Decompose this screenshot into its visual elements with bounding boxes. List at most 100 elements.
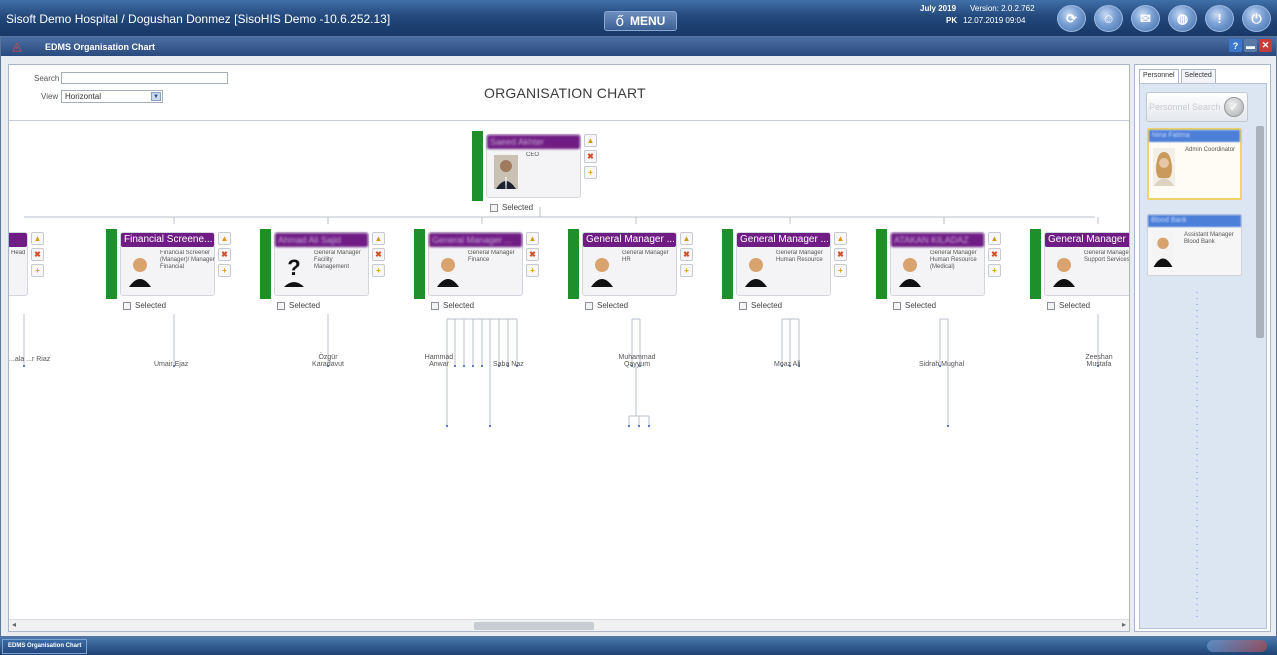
remove-icon[interactable]: ✖ [372, 248, 385, 261]
node-name: Ahmad Ali Sajid [275, 233, 368, 247]
remove-icon[interactable]: ✖ [584, 150, 597, 163]
scroll-right-icon[interactable]: ▸ [1122, 620, 1126, 629]
move-up-icon[interactable]: ▲ [584, 134, 597, 147]
tab-selected[interactable]: Selected [1180, 69, 1216, 83]
close-icon[interactable]: ✕ [1259, 39, 1272, 52]
node-name: ATAKAN KILADAZ [891, 233, 984, 247]
tab-personnel[interactable]: Personnel [1139, 69, 1179, 83]
person-silhouette-icon [744, 253, 768, 287]
alert-icon[interactable]: ! [1205, 5, 1234, 32]
add-icon[interactable]: + [988, 264, 1001, 277]
app-title: Sisoft Demo Hospital / Dogushan Donmez [… [6, 12, 391, 26]
scroll-left-icon[interactable]: ◂ [12, 620, 16, 629]
move-up-icon[interactable]: ▲ [218, 232, 231, 245]
horizontal-scrollbar[interactable]: ◂ ▸ [9, 619, 1129, 631]
sub-person-name: Hammad Anwar [424, 354, 454, 368]
node-card[interactable]: Ahmad Ali Sajid? General Manager Facility… [274, 232, 369, 296]
selected-checkbox[interactable]: Selected [739, 301, 782, 310]
remove-icon[interactable]: ✖ [526, 248, 539, 261]
personnel-search-input[interactable]: Personnel Search ✓ [1146, 92, 1248, 122]
personnel-name: Blood Bank [1148, 215, 1241, 227]
node-role: General Manager HR [622, 250, 669, 263]
move-up-icon[interactable]: ▲ [988, 232, 1001, 245]
unknown-person-icon: ? [282, 253, 306, 287]
vertical-scrollbar[interactable] [1256, 126, 1264, 338]
view-select[interactable]: Horizontal ▼ [61, 90, 163, 103]
org-node-root[interactable]: Saeed Akhter CEO ▲ ✖ + [472, 131, 607, 201]
org-node[interactable]: General Manager ... General Manager HR ▲ ✖ + [568, 229, 703, 299]
move-up-icon[interactable]: ▲ [372, 232, 385, 245]
remove-icon[interactable]: ✖ [834, 248, 847, 261]
org-node[interactable]: General Manager ... General Manager Finan… [414, 229, 549, 299]
node-card[interactable]: General Manager ... General Manager HR [582, 232, 677, 296]
node-card[interactable]: General Manager ... General Manager Human… [736, 232, 831, 296]
node-card[interactable]: General Manager ... General Manager Finan… [428, 232, 523, 296]
node-card[interactable]: Saeed Akhter CEO [486, 134, 581, 198]
taskbar-item[interactable]: EDMS Organisation Chart [2, 639, 88, 654]
selected-checkbox[interactable]: Selected [277, 301, 320, 310]
minimize-icon[interactable]: ▬ [1244, 39, 1257, 52]
add-icon[interactable]: + [31, 264, 44, 277]
add-icon[interactable]: + [526, 264, 539, 277]
brand-logo-icon [1207, 640, 1267, 652]
personnel-card[interactable]: Blood Bank Assistant Manager Blood Bank [1147, 214, 1242, 276]
checkbox[interactable] [431, 301, 439, 310]
selected-checkbox[interactable]: Selected [1047, 301, 1090, 310]
checkbox[interactable] [123, 301, 131, 310]
date-info: July 2019 Version: 2.0.2.762 PK 12.07.20… [920, 4, 1035, 25]
remove-icon[interactable]: ✖ [988, 248, 1001, 261]
selected-checkbox[interactable]: Selected [123, 301, 166, 310]
add-icon[interactable]: + [584, 166, 597, 179]
swirl-icon: ő [615, 12, 624, 30]
org-node[interactable]: General Manager ... General Manager Suppo… [1030, 229, 1129, 299]
remove-icon[interactable]: ✖ [31, 248, 44, 261]
org-node[interactable]: Ahmad Ali Sajid? General Manager Facility… [260, 229, 395, 299]
selected-label: Selected [1059, 301, 1091, 310]
refresh-icon[interactable]: ⟳ [1057, 5, 1086, 32]
checkbox[interactable] [490, 203, 498, 212]
mail-icon[interactable]: ✉ [1131, 5, 1160, 32]
add-icon[interactable]: + [372, 264, 385, 277]
node-card[interactable]: ATAKAN KILADAZ General Manager Human Reso… [890, 232, 985, 296]
user-icon[interactable]: ☺ [1094, 5, 1123, 32]
personnel-card[interactable]: Nina Fatima Admin Coordinator [1147, 128, 1242, 200]
move-up-icon[interactable]: ▲ [526, 232, 539, 245]
org-node[interactable]: ...tholog... ...tor ...ology / Head ▲ ✖ + [9, 229, 54, 299]
check-icon[interactable]: ✓ [1224, 97, 1244, 117]
chevron-down-icon: ▼ [151, 92, 161, 101]
org-node[interactable]: ATAKAN KILADAZ General Manager Human Reso… [876, 229, 1011, 299]
add-icon[interactable]: + [834, 264, 847, 277]
checkbox[interactable] [277, 301, 285, 310]
move-up-icon[interactable]: ▲ [31, 232, 44, 245]
selected-checkbox[interactable]: Selected [585, 301, 628, 310]
person-silhouette-icon [128, 253, 152, 287]
node-card[interactable]: General Manager ... General Manager Suppo… [1044, 232, 1129, 296]
search-input[interactable] [61, 72, 228, 84]
org-node[interactable]: General Manager ... General Manager Human… [722, 229, 857, 299]
add-icon[interactable]: + [680, 264, 693, 277]
node-name: General Manager ... [737, 233, 830, 247]
add-icon[interactable]: + [218, 264, 231, 277]
selected-checkbox[interactable]: Selected [893, 301, 936, 310]
node-card[interactable]: Financial Screene... Financial Screener (… [120, 232, 215, 296]
menu-button[interactable]: ő MENU [604, 11, 677, 31]
org-node[interactable]: Financial Screene... Financial Screener (… [106, 229, 241, 299]
node-card[interactable]: ...tholog... ...tor ...ology / Head [9, 232, 28, 296]
remove-icon[interactable]: ✖ [680, 248, 693, 261]
sub-person-name: ...ala ...r Riaz [9, 356, 51, 363]
move-up-icon[interactable]: ▲ [680, 232, 693, 245]
org-chart-area[interactable]: Saeed Akhter CEO ▲ ✖ + Selected Head ▲ ✖… [9, 120, 1129, 618]
selected-label: Selected [443, 301, 475, 310]
checkbox[interactable] [893, 301, 901, 310]
checkbox[interactable] [585, 301, 593, 310]
help-icon[interactable]: ? [1229, 39, 1242, 52]
move-up-icon[interactable]: ▲ [834, 232, 847, 245]
scrollbar-thumb[interactable] [474, 622, 594, 630]
checkbox[interactable] [1047, 301, 1055, 310]
remove-icon[interactable]: ✖ [218, 248, 231, 261]
selected-checkbox[interactable]: Selected [431, 301, 474, 310]
globe-icon[interactable]: ◍ [1168, 5, 1197, 32]
checkbox[interactable] [739, 301, 747, 310]
selected-checkbox-root[interactable]: Selected [490, 203, 533, 212]
power-icon[interactable]: ⏻ [1242, 5, 1271, 32]
